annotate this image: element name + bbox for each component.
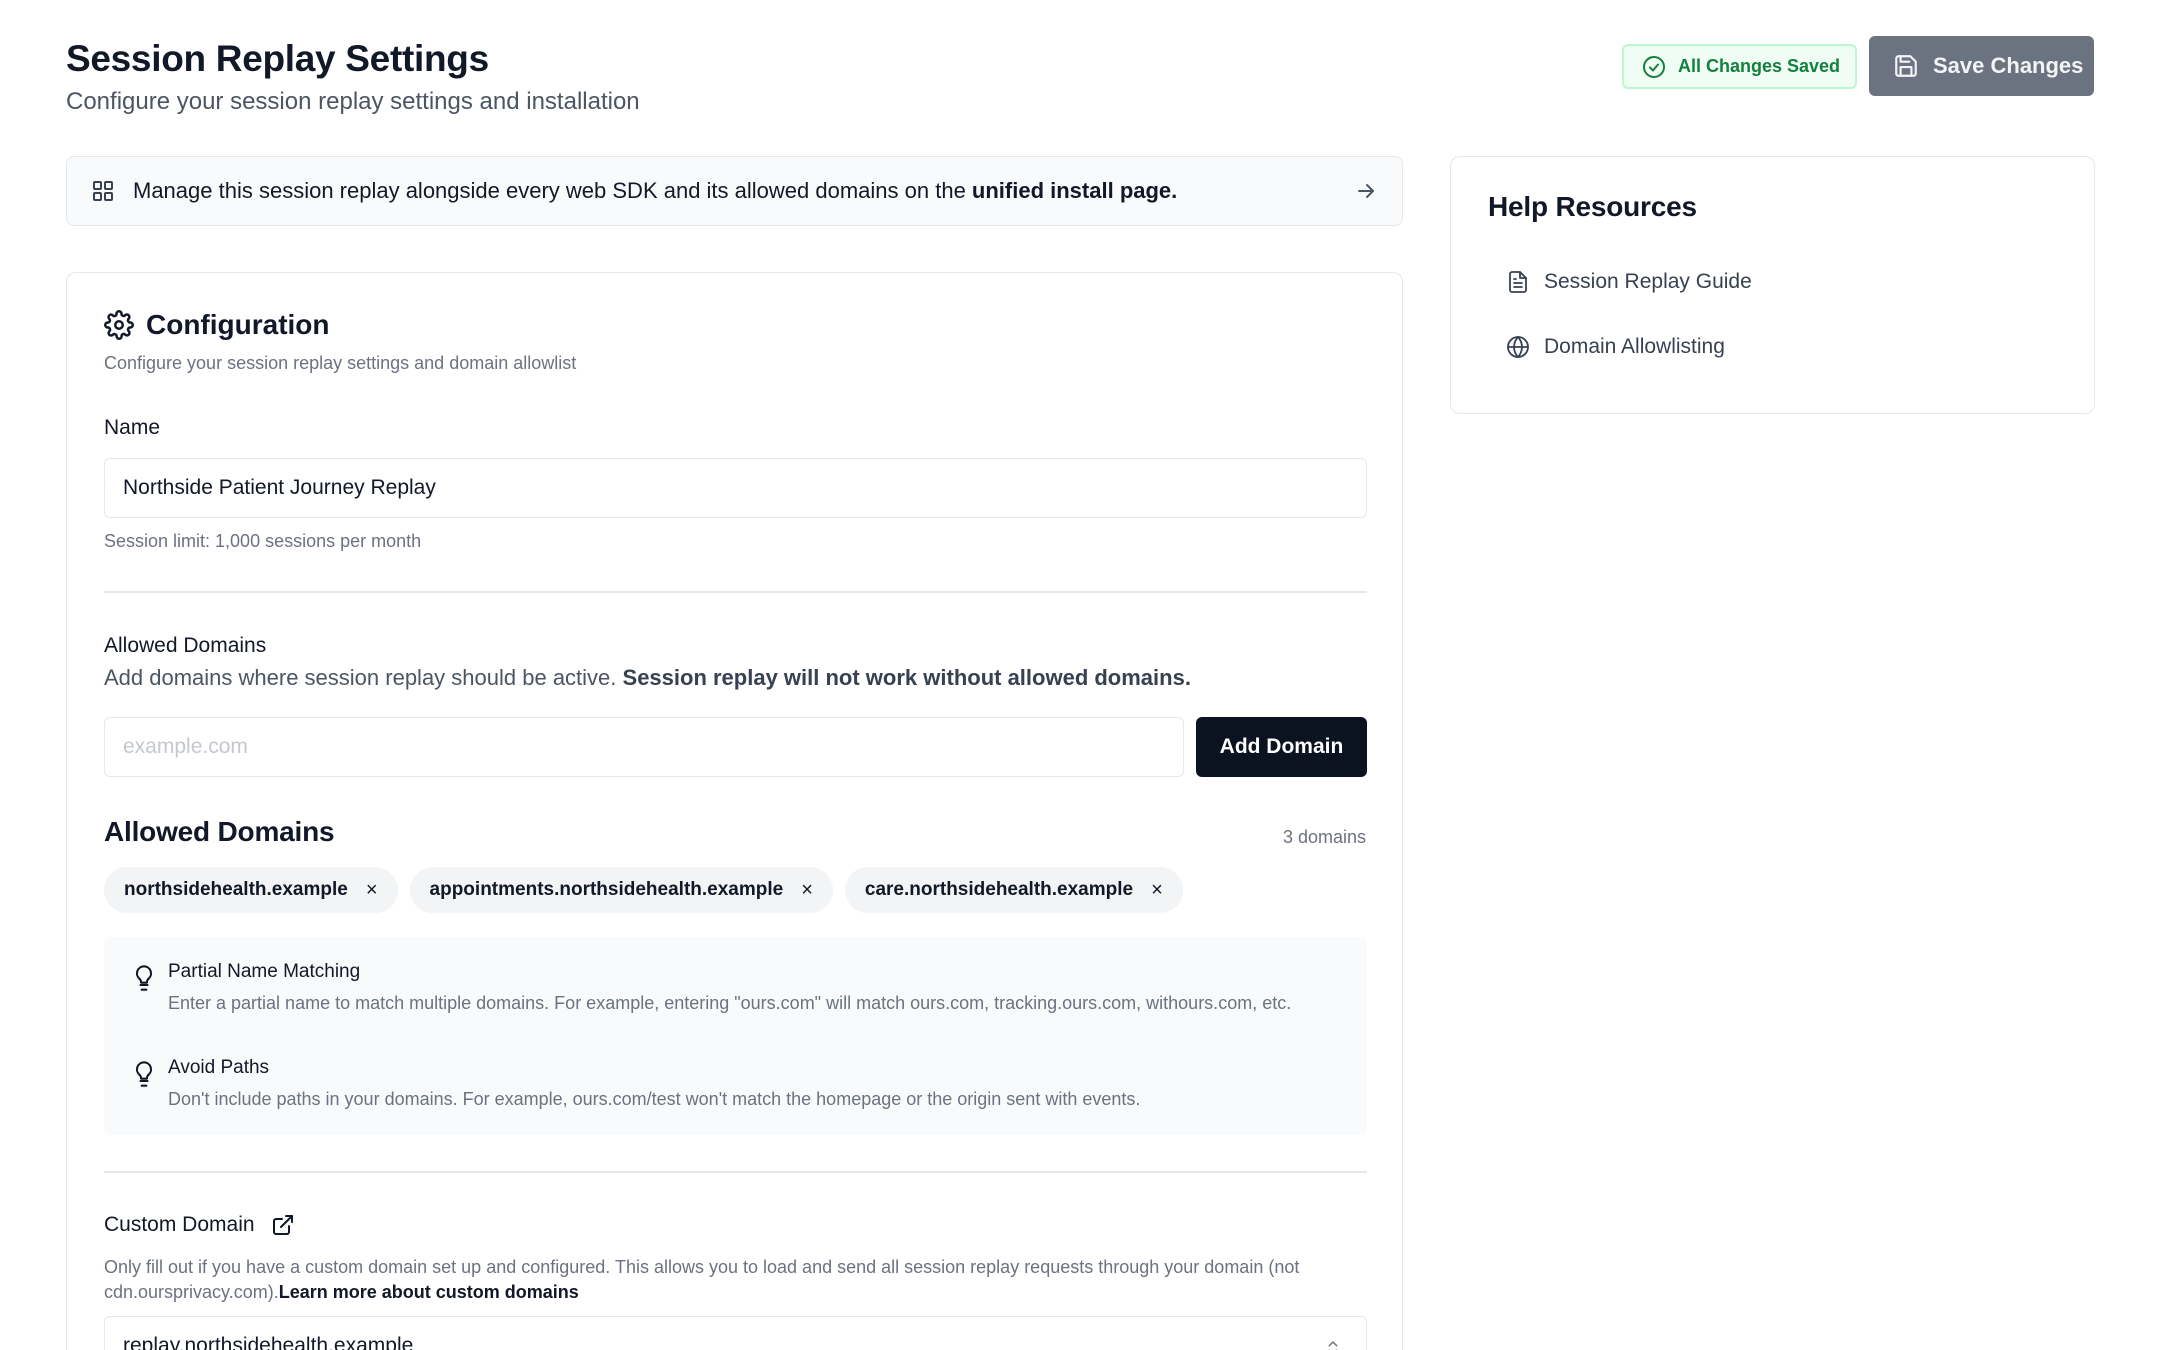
allowed-domains-label: Allowed Domains (104, 634, 267, 657)
divider (104, 1171, 1367, 1173)
domain-chip-label: appointments.northsidehealth.example (429, 879, 784, 900)
arrow-right-icon[interactable] (1354, 179, 1378, 203)
domain-chip: northsidehealth.example × (104, 867, 398, 913)
page-title: Session Replay Settings (66, 38, 489, 79)
help-link-label: Session Replay Guide (1544, 270, 1752, 293)
custom-domain-select[interactable]: replay.northsidehealth.example (104, 1316, 1367, 1350)
banner-text-main: Manage this session replay alongside eve… (133, 178, 972, 203)
domain-chip-label: northsidehealth.example (124, 879, 348, 900)
configuration-heading: Configuration (104, 309, 330, 341)
tip-avoid-paths: Avoid Paths Don't include paths in your … (168, 1057, 1348, 1112)
save-icon (1895, 55, 1917, 77)
domain-allowlisting-link[interactable]: Domain Allowlisting (1506, 335, 1725, 359)
check-circle-icon (1643, 55, 1665, 78)
document-icon (1509, 271, 1527, 293)
allowed-domains-warning: Session replay will not work without all… (622, 665, 1191, 690)
domain-chip: appointments.northsidehealth.example × (409, 867, 833, 913)
unified-install-banner[interactable]: Manage this session replay alongside eve… (66, 156, 1403, 226)
help-resources-title: Help Resources (1488, 191, 1697, 222)
unified-install-link[interactable]: unified install page. (972, 178, 1177, 203)
grid-icon (93, 181, 113, 201)
remove-domain-icon[interactable]: × (366, 879, 378, 902)
save-changes-label: Save Changes (1933, 53, 2084, 78)
globe-icon (1507, 336, 1529, 358)
domain-chip-label: care.northsidehealth.example (864, 879, 1134, 900)
tip-partial-matching: Partial Name Matching Enter a partial na… (168, 961, 1348, 1016)
name-input[interactable] (104, 458, 1367, 518)
session-limit-text: Session limit: 1,000 sessions per month (104, 531, 422, 551)
session-replay-guide-link[interactable]: Session Replay Guide (1506, 269, 1752, 295)
allowed-domains-desc-text: Add domains where session replay should … (104, 665, 623, 690)
saved-status-label: All Changes Saved (1678, 56, 1841, 76)
allowed-domains-description: Add domains where session replay should … (104, 665, 1191, 691)
external-link-icon[interactable] (271, 1213, 295, 1237)
custom-domain-label: Custom Domain (104, 1213, 255, 1236)
help-link-label: Domain Allowlisting (1544, 335, 1725, 358)
lightbulb-icon (135, 965, 153, 991)
custom-domain-learn-more-link[interactable]: Learn more about custom domains (279, 1282, 579, 1302)
banner-text: Manage this session replay alongside eve… (133, 178, 1177, 204)
help-resources-card: Help Resources Session Replay Guide Doma… (1450, 156, 2095, 414)
allowed-domains-list-title: Allowed Domains (104, 816, 335, 847)
lightbulb-icon (135, 1061, 153, 1087)
saved-status-badge: All Changes Saved (1622, 44, 1857, 89)
name-label: Name (104, 416, 161, 439)
remove-domain-icon[interactable]: × (1151, 879, 1163, 902)
domain-count: 3 domains (1282, 827, 1366, 847)
custom-domain-value: replay.northsidehealth.example (123, 1334, 414, 1350)
configuration-card: Configuration Configure your session rep… (66, 272, 1403, 1350)
custom-domain-description: Only fill out if you have a custom domai… (104, 1255, 1367, 1305)
save-changes-button[interactable]: Save Changes (1869, 36, 2094, 96)
chevron-up-down-icon (1328, 1341, 1338, 1350)
divider (104, 591, 1367, 593)
tip-body: Don't include paths in your domains. For… (168, 1089, 1141, 1109)
domain-tips-panel: Partial Name Matching Enter a partial na… (104, 937, 1367, 1135)
tip-body: Enter a partial name to match multiple d… (168, 993, 1292, 1013)
domain-input[interactable] (104, 717, 1184, 777)
page: Session Replay Settings Configure your s… (0, 0, 2160, 1350)
custom-domain-heading: Custom Domain (104, 1213, 295, 1237)
domain-chip-list: northsidehealth.example × appointments.n… (104, 867, 1183, 913)
configuration-title: Configuration (146, 309, 330, 340)
tip-title: Partial Name Matching (168, 961, 361, 982)
domain-chip: care.northsidehealth.example × (844, 867, 1183, 913)
tip-title: Avoid Paths (168, 1057, 270, 1078)
page-subtitle: Configure your session replay settings a… (66, 88, 640, 115)
configuration-subtitle: Configure your session replay settings a… (104, 353, 577, 373)
gear-icon (104, 310, 134, 340)
add-domain-button[interactable]: Add Domain (1196, 717, 1367, 777)
remove-domain-icon[interactable]: × (801, 879, 813, 902)
